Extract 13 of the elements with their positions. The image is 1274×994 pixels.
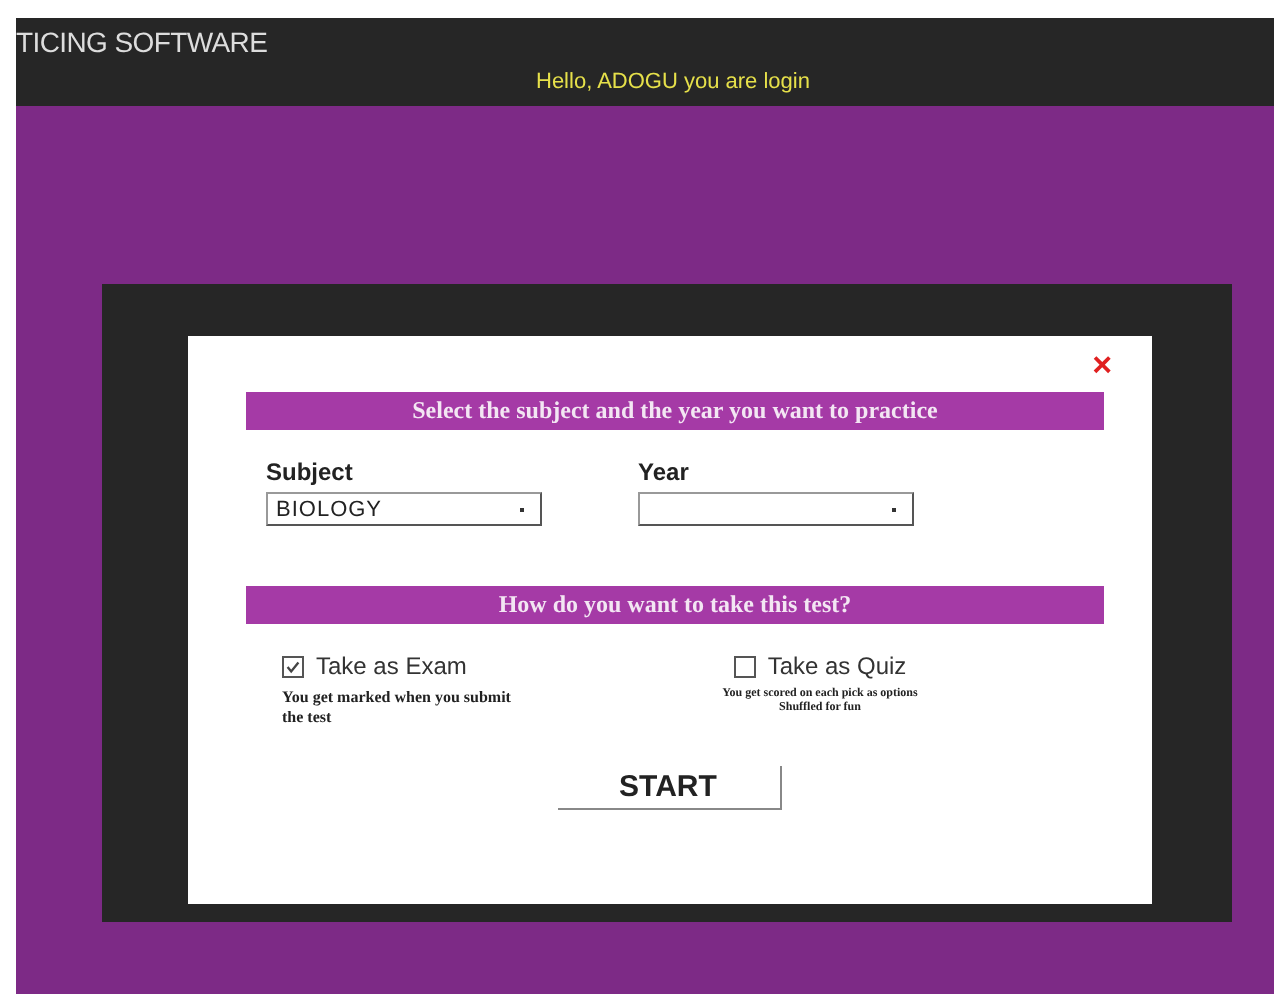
field-label: Year	[638, 458, 691, 486]
mode-checkbox[interactable]: Take as Exam	[282, 652, 662, 680]
mode-checkbox[interactable]: Take as Quiz	[733, 652, 907, 680]
app-title: TICING SOFTWARE	[16, 26, 268, 58]
start-button[interactable]: START	[557, 766, 781, 811]
field-label: Subject	[266, 458, 355, 486]
section-heading: Select the subject and the year you want to practice	[246, 392, 1104, 430]
mode-description: You get marked when you submit the test	[282, 688, 513, 727]
close-button[interactable]: ×	[1092, 348, 1112, 384]
dropdown-field[interactable]: BIOLOGY	[266, 492, 542, 526]
dropdown-field[interactable]	[638, 492, 914, 526]
section-heading: How do you want to take this test?	[246, 586, 1104, 624]
greeting-text: Hello, ADOGU you are login	[536, 70, 810, 94]
